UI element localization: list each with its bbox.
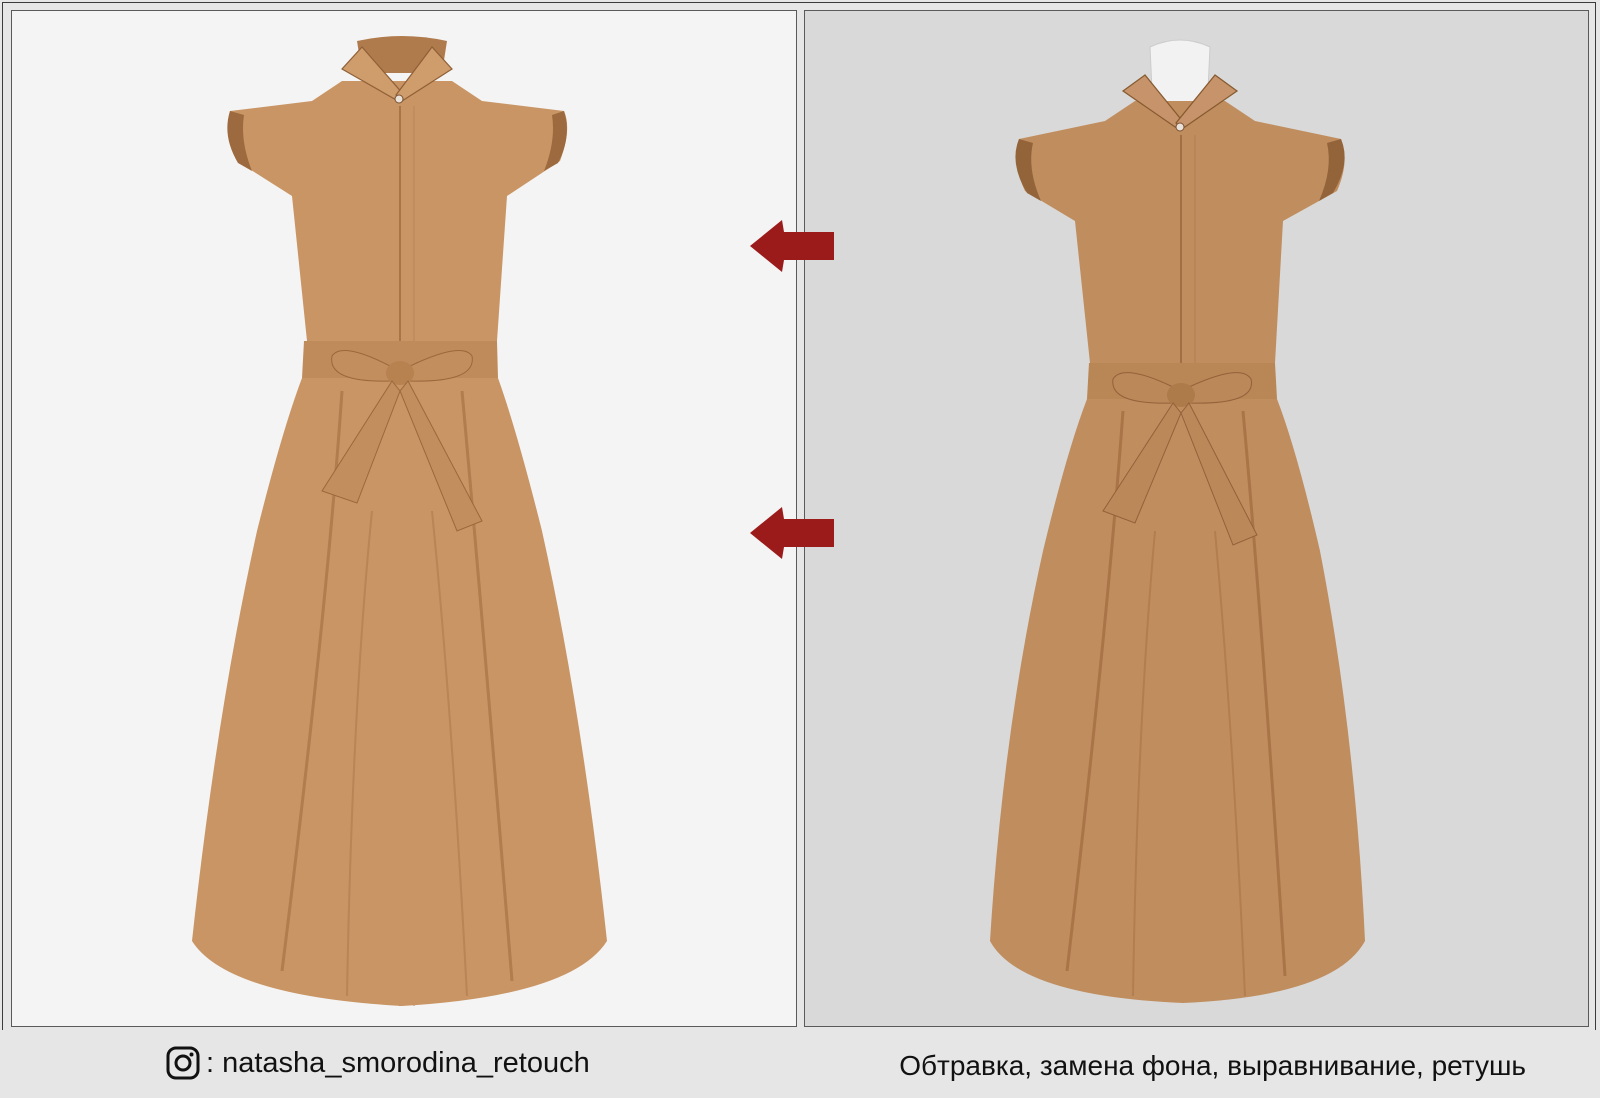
instagram-credit[interactable]: : natasha_smorodina_retouch	[166, 1046, 590, 1080]
arrow-left-icon	[750, 507, 834, 559]
footer-bar: : natasha_smorodina_retouch Обтравка, за…	[0, 1030, 1600, 1098]
before-image-panel	[804, 10, 1589, 1027]
after-image-panel	[11, 10, 797, 1027]
instagram-icon	[166, 1046, 200, 1080]
arrow-left-icon	[750, 220, 834, 272]
dress-photo-before	[990, 39, 1365, 1003]
dress-photo-after	[192, 36, 607, 1006]
service-caption: Обтравка, замена фона, выравнивание, рет…	[899, 1050, 1526, 1081]
instagram-handle: : natasha_smorodina_retouch	[206, 1046, 590, 1079]
